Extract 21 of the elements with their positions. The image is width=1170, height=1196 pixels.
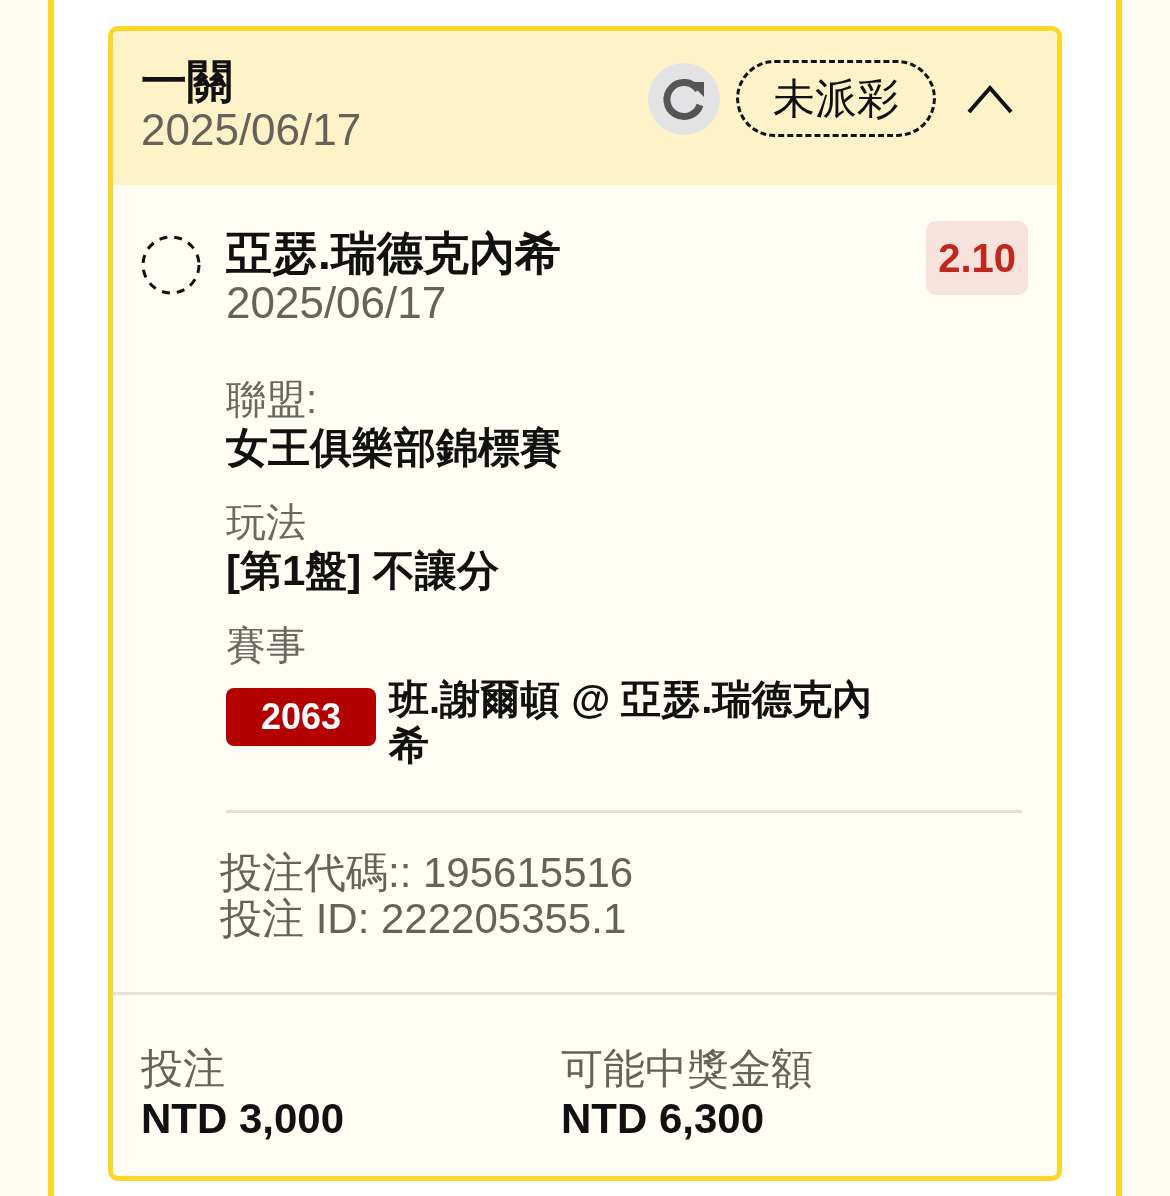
- match-name: 班.謝爾頓 @ 亞瑟.瑞德克內希: [389, 676, 874, 768]
- detail-label: 賽事: [226, 622, 307, 668]
- status-badge: 未派彩: [736, 60, 936, 137]
- reference-text: 投注 ID: 222205355.1: [220, 896, 628, 942]
- selection-date: 2025/06/17: [226, 279, 448, 327]
- bet-type-title: 一關: [141, 56, 234, 106]
- detail-label: 玩法: [226, 499, 307, 545]
- detail-label: 聯盟:: [226, 376, 319, 422]
- refresh-icon[interactable]: [648, 62, 720, 135]
- detail-value: 女王俱樂部錦標賽: [226, 423, 563, 473]
- summary-amount: NTD 6,300: [561, 1094, 766, 1144]
- bet-date: 2025/06/17: [141, 106, 362, 154]
- summary-label: 投注: [141, 1045, 226, 1093]
- odds-badge: 2.10: [926, 221, 1028, 295]
- event-code-badge: 2063: [226, 688, 376, 746]
- reference-text: 投注代碼:: 195615516: [220, 850, 635, 896]
- summary-label: 可能中獎金額: [561, 1045, 814, 1093]
- summary-amount: NTD 3,000: [141, 1094, 346, 1144]
- pending-circle-icon: [141, 235, 201, 295]
- detail-value: [第1盤] 不讓分: [226, 546, 500, 596]
- selection-name: 亞瑟.瑞德克內希: [226, 227, 561, 279]
